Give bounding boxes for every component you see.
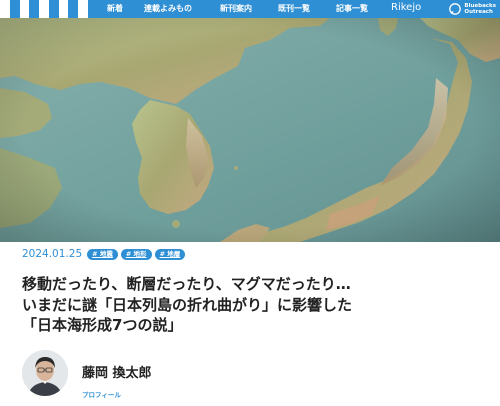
nav-item-articles[interactable]: 記事一覧 — [336, 3, 368, 15]
outreach-bubble-icon — [449, 3, 462, 15]
author-portrait-icon — [22, 350, 68, 396]
outreach-label: Bluebacks Outreach — [464, 3, 496, 15]
article-title: 移動だったり、断層だったり、マグマだったり… いまだに謎「日本列島の折れ曲がり」… — [22, 274, 492, 336]
author-avatar[interactable] — [22, 350, 68, 396]
publish-date: 2024.01.25 — [22, 248, 83, 260]
nav-item-new[interactable]: 新着 — [107, 3, 123, 15]
tag-strata[interactable]: # 地層 — [154, 248, 186, 260]
main-nav: 新着 連載よみもの 新刊案内 既刊一覧 記事一覧 Rikejo — [0, 0, 500, 18]
author-block: 藤岡 換太郎 プロフィール — [22, 350, 322, 400]
tag-earthquake[interactable]: # 地震 — [87, 248, 118, 260]
article-meta: 2024.01.25 # 地震 # 地形 # 地層 — [22, 247, 188, 261]
nav-item-series[interactable]: 連載よみもの — [144, 3, 192, 15]
nav-item-backlist[interactable]: 既刊一覧 — [278, 3, 310, 15]
nav-item-new-books[interactable]: 新刊案内 — [220, 3, 252, 15]
relief-map-graphic — [0, 18, 500, 242]
title-line: いまだに謎「日本列島の折れ曲がり」に影響した — [22, 295, 353, 314]
author-name[interactable]: 藤岡 換太郎 — [82, 362, 152, 381]
title-line: 「日本海形成7つの説」 — [22, 316, 183, 334]
bluebacks-outreach-link[interactable]: Bluebacks Outreach — [449, 1, 496, 17]
author-profile-link[interactable]: プロフィール — [82, 389, 121, 399]
nav-item-rikejo[interactable]: Rikejo — [391, 2, 421, 14]
hero-relief-map-image — [0, 18, 500, 242]
top-nav-bar: 新着 連載よみもの 新刊案内 既刊一覧 記事一覧 Rikejo Blueback… — [0, 0, 500, 18]
title-line: 移動だったり、断層だったり、マグマだったり… — [22, 275, 351, 293]
tag-topography[interactable]: # 地形 — [120, 248, 152, 260]
